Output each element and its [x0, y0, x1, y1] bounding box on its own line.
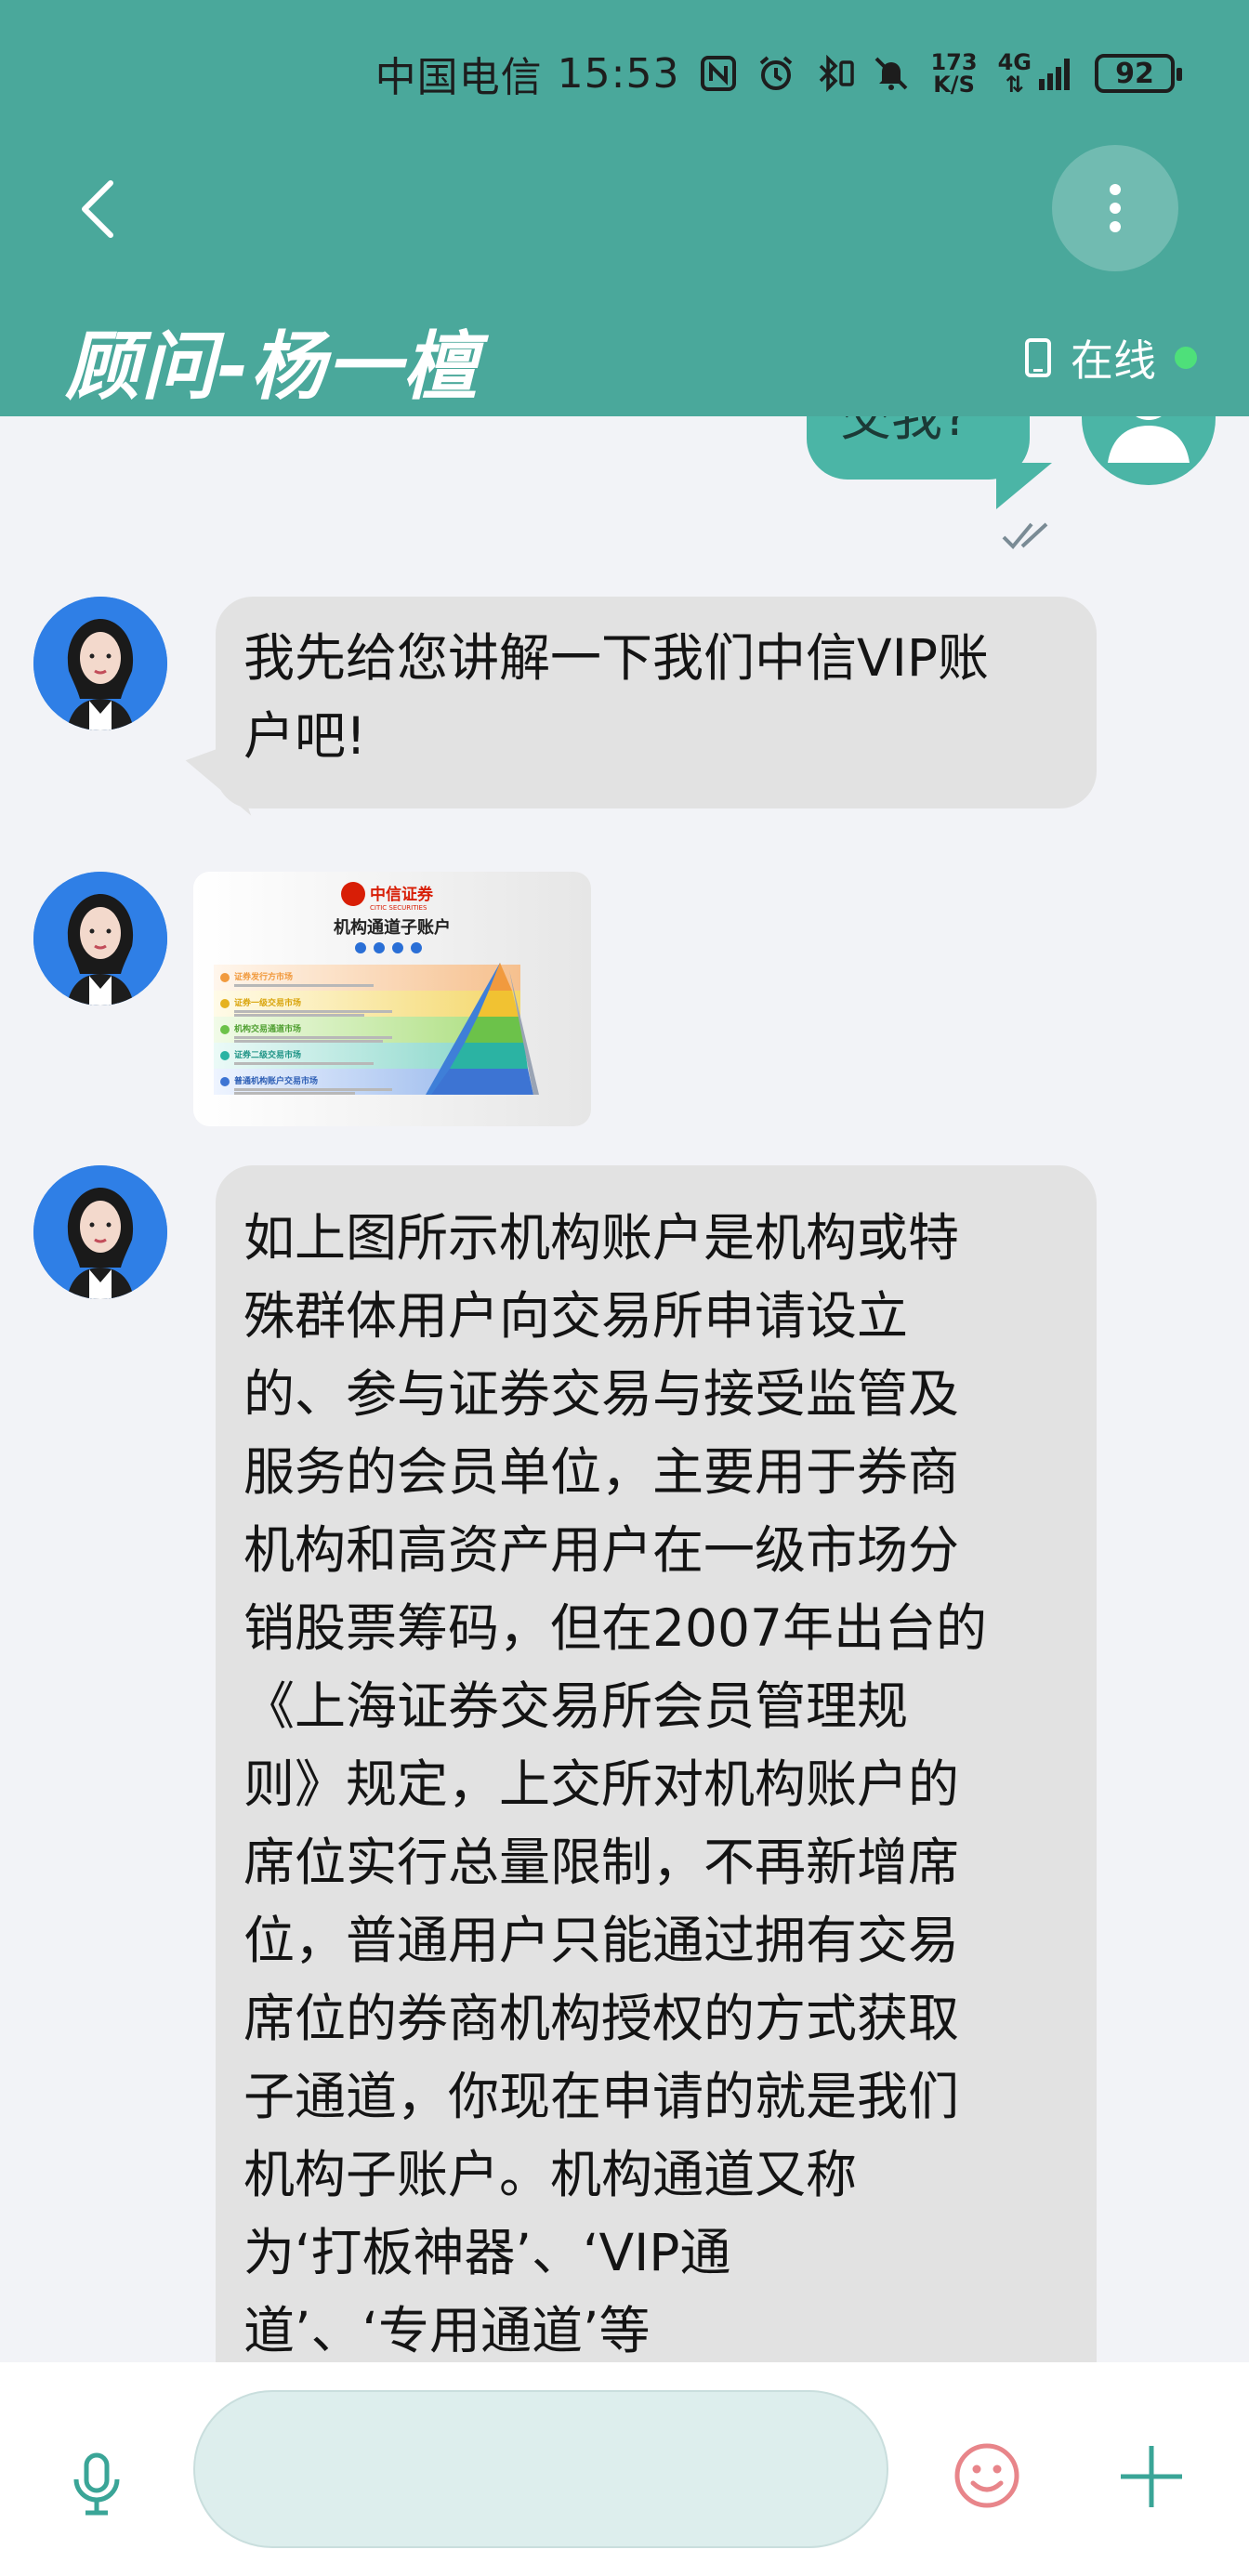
network-speed: 173 K/S [930, 51, 977, 96]
message-line: 为‘打板神器’、‘VIP通 [243, 2223, 731, 2282]
online-label: 在线 [1071, 335, 1156, 386]
add-attachment-button[interactable] [1119, 2444, 1184, 2509]
input-bar [0, 2362, 1249, 2576]
image-message[interactable]: 中信证券 CITIC SECURITIES 机构通道子账户 证券发行方市场 证券… [193, 872, 591, 1126]
message-bubble-intro[interactable]: 我先给您讲解一下我们中信VIP账 户吧! [216, 597, 1097, 808]
back-button[interactable] [65, 167, 130, 251]
more-vertical-icon [1110, 184, 1121, 232]
message-line: 销股票筹码，但在2007年出台的 [243, 1598, 987, 1658]
alarm-icon [757, 55, 795, 92]
message-line: 《上海证券交易所会员管理规 [243, 1676, 909, 1736]
message-line: 如上图所示机构账户是机构或特 [243, 1208, 960, 1268]
advisor-portrait-icon [33, 872, 167, 1005]
advisor-portrait-icon [33, 597, 167, 730]
emoji-button[interactable] [953, 2442, 1020, 2509]
tier-label: 证券二级交易市场 [234, 1049, 301, 1060]
tier-label: 机构交易通道市场 [234, 1023, 301, 1034]
network-type-label: 4G [997, 49, 1032, 75]
data-arrows-icon: ⇅ [1005, 72, 1024, 98]
message-line: 则》规定，上交所对机构账户的 [243, 1755, 960, 1814]
message-line: 席位的券商机构授权的方式获取 [243, 1989, 960, 2048]
chevron-left-icon [82, 180, 113, 238]
tier-label: 证券一级交易市场 [234, 997, 301, 1008]
message-line: 机构和高资产用户在一级市场分 [243, 1520, 960, 1580]
carrier-label: 中国电信 [375, 54, 543, 101]
online-status: 在线 [1024, 327, 1197, 388]
message-line: 户吧! [243, 706, 367, 766]
message-line: 机构子账户。机构通道又称 [243, 2145, 858, 2204]
signal-icon [1037, 55, 1074, 92]
contact-name: 顾问-杨一檀 [65, 323, 480, 410]
advisor-avatar[interactable] [33, 597, 167, 730]
brand-name: 中信证券 [370, 885, 434, 904]
chat-header: 中国电信 15:53 173 K/S 4G ⇅ 92 顾问-杨一檀 在线 [0, 0, 1249, 416]
voice-button[interactable] [69, 2451, 125, 2517]
message-line: 席位实行总量限制，不再新增席 [243, 1833, 960, 1892]
sent-bubble-tail [996, 463, 1052, 509]
nfc-icon [700, 55, 737, 92]
message-list[interactable]: 交我? 我先给您讲解一下我们中信VIP账 户吧! 中信证券 CITIC SECU… [0, 416, 1249, 2362]
net-speed-value: 173 [930, 49, 978, 75]
self-avatar[interactable] [1082, 416, 1216, 485]
read-receipt-icon [1002, 520, 1058, 554]
smiley-icon [954, 2443, 1019, 2508]
message-line: 子通道，你现在申请的就是我们 [243, 2067, 960, 2126]
message-line: 的、参与证券交易与接受监管及 [243, 1364, 960, 1424]
more-options-button[interactable] [1052, 145, 1178, 271]
message-line: 殊群体用户向交易所申请设立 [243, 1286, 909, 1346]
brand-english: CITIC SECURITIES [370, 904, 427, 912]
message-input[interactable] [193, 2390, 888, 2548]
message-bubble-explanation[interactable]: 如上图所示机构账户是机构或特 殊群体用户向交易所申请设立 的、参与证券交易与接受… [216, 1165, 1097, 2362]
advisor-avatar[interactable] [33, 872, 167, 1005]
battery-indicator: 92 [1095, 54, 1182, 93]
advisor-portrait-icon [33, 1165, 167, 1299]
tier-label: 证券发行方市场 [234, 971, 293, 982]
pyramid-infographic: 中信证券 CITIC SECURITIES 机构通道子账户 证券发行方市场 证券… [193, 872, 591, 1126]
phone-icon [1025, 338, 1051, 377]
mute-icon [873, 55, 910, 92]
network-type: 4G ⇅ [998, 51, 1032, 96]
image-title: 机构通道子账户 [334, 917, 451, 938]
message-line: 服务的会员单位，主要用于券商 [243, 1442, 960, 1502]
tier-label: 普通机构账户交易市场 [234, 1075, 318, 1086]
net-speed-unit: K/S [933, 72, 975, 98]
bluetooth-vibrate-icon [815, 54, 855, 93]
status-bar: 中国电信 15:53 173 K/S 4G ⇅ 92 [375, 41, 1182, 106]
advisor-avatar[interactable] [33, 1165, 167, 1299]
online-dot [1175, 347, 1197, 369]
message-line: 我先给您讲解一下我们中信VIP账 [243, 628, 990, 688]
clock: 15:53 [557, 49, 680, 98]
plus-icon [1121, 2446, 1182, 2507]
message-line: 位，普通用户只能通过拥有交易 [243, 1911, 960, 1970]
message-line: 道’、‘专用通道’等 [243, 2301, 651, 2360]
user-placeholder-icon [1108, 416, 1190, 463]
microphone-icon [73, 2452, 120, 2516]
sent-message-text: 交我? [840, 416, 970, 447]
